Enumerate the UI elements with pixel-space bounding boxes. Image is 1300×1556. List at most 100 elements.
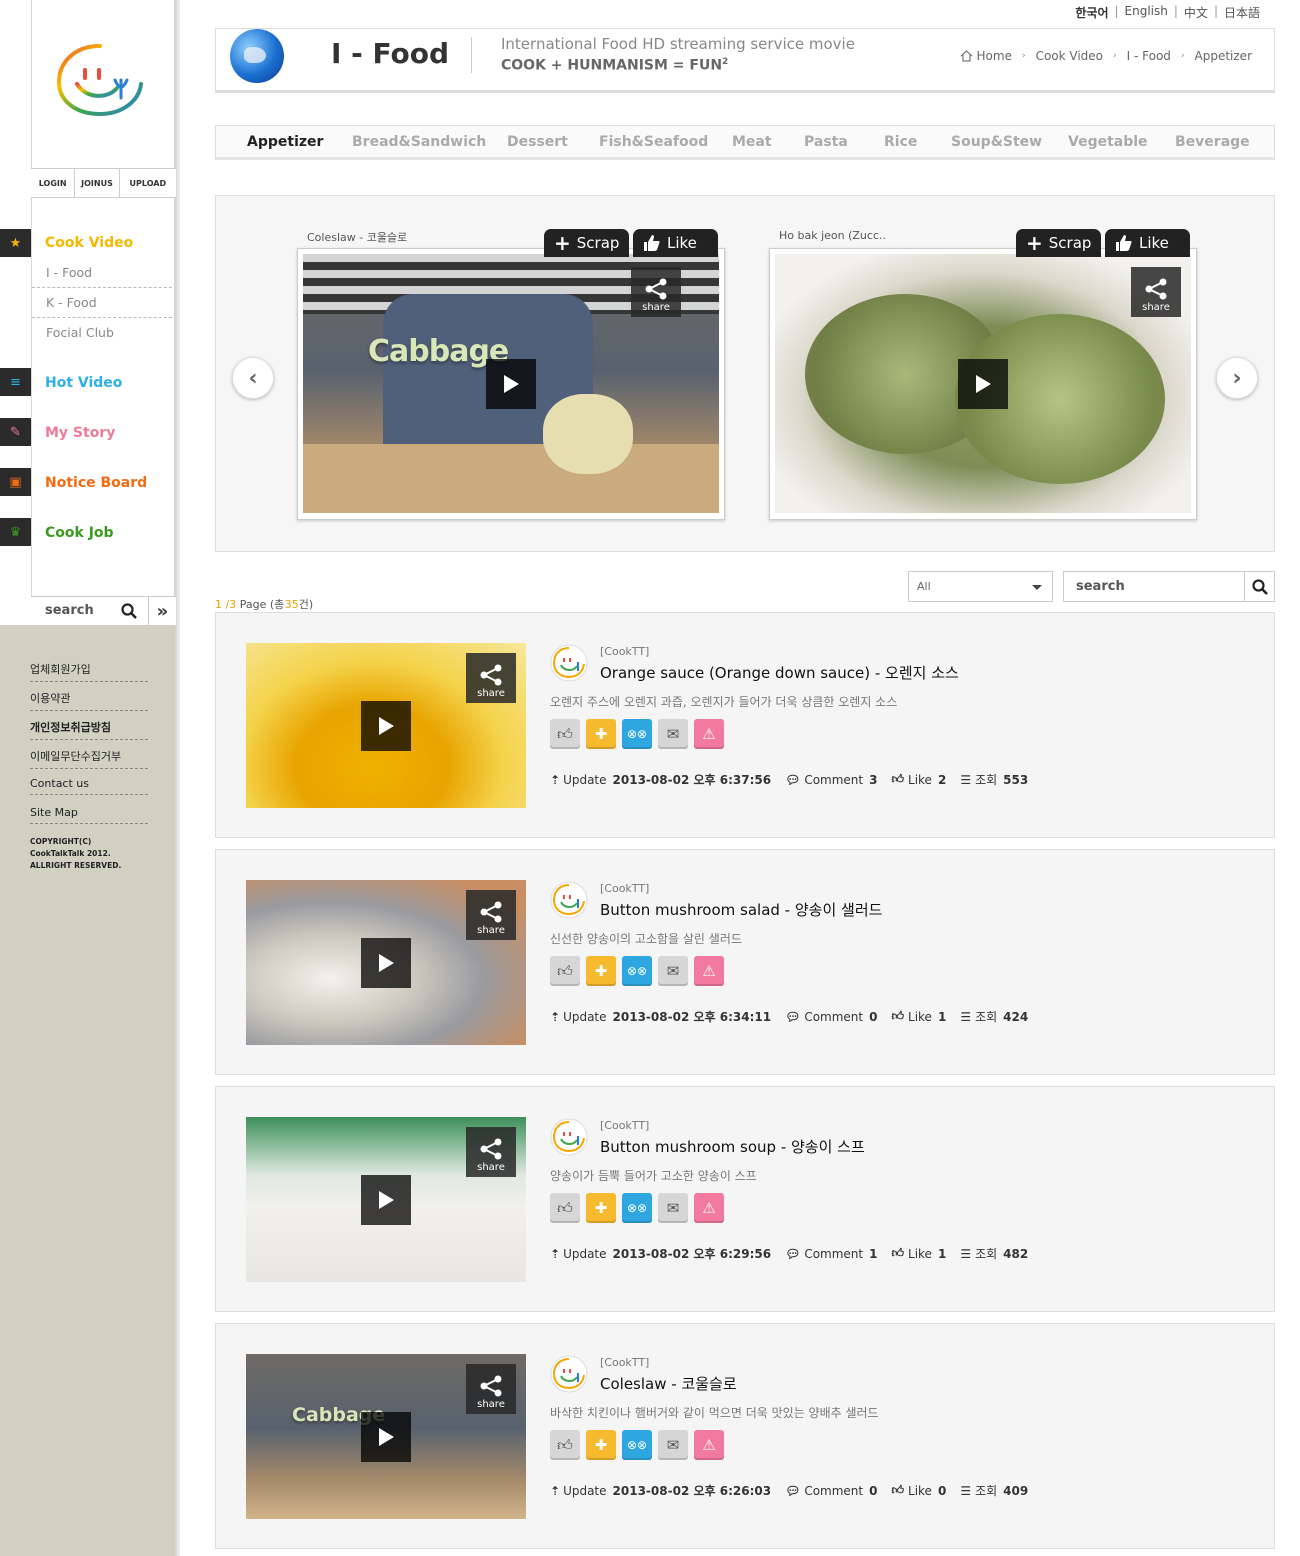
lang-japanese[interactable]: 日本語 <box>1218 4 1266 21</box>
binoculars-icon[interactable]: ⊗⊗ <box>622 956 652 986</box>
mail-icon[interactable]: ✉ <box>658 956 688 986</box>
nav-sub-i-food[interactable]: I - Food <box>46 265 92 280</box>
mail-icon[interactable]: ✉ <box>658 1193 688 1223</box>
play-button[interactable] <box>361 701 411 751</box>
thumbs-up-icon[interactable]: 👍︎ <box>550 1193 580 1223</box>
scrap-button[interactable]: + Scrap <box>544 229 629 257</box>
author-name[interactable]: [CookTT] <box>600 645 649 658</box>
binoculars-icon[interactable]: ⊗⊗ <box>622 1193 652 1223</box>
play-button[interactable] <box>361 938 411 988</box>
tab-fish-seafood[interactable]: Fish&Seafood <box>599 134 732 150</box>
play-button[interactable] <box>486 359 536 409</box>
share-button[interactable]: share <box>466 653 516 703</box>
share-button[interactable]: share <box>466 1364 516 1414</box>
lang-chinese[interactable]: 中文 <box>1178 4 1214 21</box>
breadcrumb-home[interactable]: Home <box>977 49 1012 63</box>
list-icon[interactable]: ≡ <box>0 368 31 396</box>
search-button[interactable] <box>1244 572 1274 601</box>
video-thumbnail[interactable]: Cabbage share <box>246 1354 526 1519</box>
plus-icon[interactable]: ✚ <box>586 1430 616 1460</box>
play-button[interactable] <box>958 359 1008 409</box>
share-button[interactable]: share <box>631 267 681 317</box>
update-label: Update <box>563 772 607 787</box>
play-button[interactable] <box>361 1412 411 1462</box>
video-title[interactable]: Orange sauce (Orange down sauce) - 오렌지 소… <box>600 662 959 683</box>
site-logo[interactable] <box>55 40 145 120</box>
tab-meat[interactable]: Meat <box>732 134 804 150</box>
lang-korean[interactable]: 한국어 <box>1069 4 1114 21</box>
footer-link-privacy[interactable]: 개인정보취급방침 <box>30 719 148 740</box>
siren-icon[interactable]: ⚠ <box>694 1193 724 1223</box>
sidebar-search-input[interactable]: search <box>45 603 94 618</box>
share-button[interactable]: share <box>1131 267 1181 317</box>
breadcrumb-cook-video[interactable]: Cook Video <box>1036 49 1103 63</box>
upload-button[interactable]: UPLOAD <box>120 169 176 197</box>
login-button[interactable]: LOGIN <box>31 169 76 197</box>
tab-beverage[interactable]: Beverage <box>1175 134 1250 150</box>
nav-hot-video[interactable]: Hot Video <box>45 375 122 391</box>
video-thumbnail[interactable]: share <box>775 254 1191 513</box>
video-thumbnail[interactable]: Cabbage share <box>303 254 719 513</box>
scrap-button[interactable]: + Scrap <box>1016 229 1101 257</box>
author-name[interactable]: [CookTT] <box>600 1119 649 1132</box>
list-search-input[interactable]: search <box>1076 579 1125 594</box>
nav-cook-job[interactable]: Cook Job <box>45 525 114 541</box>
plus-icon[interactable]: ✚ <box>586 956 616 986</box>
filter-select[interactable]: All <box>908 571 1053 602</box>
footer-link-terms[interactable]: 이용약관 <box>30 690 148 711</box>
plus-icon[interactable]: ✚ <box>586 719 616 749</box>
video-title[interactable]: Button mushroom salad - 양송이 샐러드 <box>600 899 882 920</box>
search-icon[interactable] <box>121 603 137 619</box>
nav-cook-video[interactable]: Cook Video <box>45 235 133 251</box>
video-title[interactable]: Coleslaw - 코울슬로 <box>600 1373 737 1394</box>
video-thumbnail[interactable]: share <box>246 643 526 808</box>
nav-sub-k-food[interactable]: K - Food <box>46 295 97 310</box>
nav-sub-focial-club[interactable]: Focial Club <box>46 325 114 340</box>
board-icon[interactable]: ▣ <box>0 468 31 496</box>
breadcrumb-i-food[interactable]: I - Food <box>1127 49 1171 63</box>
tab-dessert[interactable]: Dessert <box>507 134 599 150</box>
author-name[interactable]: [CookTT] <box>600 1356 649 1369</box>
share-button[interactable]: share <box>466 1127 516 1177</box>
footer-link-contact[interactable]: Contact us <box>30 777 148 795</box>
plus-icon[interactable]: ✚ <box>586 1193 616 1223</box>
footer-link-sitemap[interactable]: Site Map <box>30 806 148 824</box>
breadcrumb-appetizer[interactable]: Appetizer <box>1195 49 1252 63</box>
thumbs-up-icon[interactable]: 👍︎ <box>550 719 580 749</box>
thumbs-up-icon[interactable]: 👍︎ <box>550 956 580 986</box>
star-icon[interactable]: ★ <box>0 229 31 257</box>
siren-icon[interactable]: ⚠ <box>694 1430 724 1460</box>
tab-soup-stew[interactable]: Soup&Stew <box>951 134 1068 150</box>
nav-notice-board[interactable]: Notice Board <box>45 475 147 491</box>
tab-appetizer[interactable]: Appetizer <box>247 134 352 150</box>
siren-icon[interactable]: ⚠ <box>694 719 724 749</box>
nav-my-story[interactable]: My Story <box>45 425 115 441</box>
mail-icon[interactable]: ✉ <box>658 719 688 749</box>
footer-link-business-join[interactable]: 업체회원가입 <box>30 661 148 682</box>
mail-icon[interactable]: ✉ <box>658 1430 688 1460</box>
video-thumbnail[interactable]: share <box>246 880 526 1045</box>
like-button[interactable]: Like <box>633 229 718 257</box>
share-button[interactable]: share <box>466 890 516 940</box>
pencil-icon[interactable]: ✎ <box>0 418 31 446</box>
footer-link-email-refuse[interactable]: 이메일무단수집거부 <box>30 748 148 769</box>
chevron-left-icon[interactable]: ‹ <box>232 357 274 399</box>
play-button[interactable] <box>361 1175 411 1225</box>
binoculars-icon[interactable]: ⊗⊗ <box>622 719 652 749</box>
chevron-right-icon[interactable]: › <box>1216 357 1258 399</box>
chef-icon[interactable]: ♛ <box>0 518 31 546</box>
double-chevron-right-icon[interactable]: » <box>148 597 176 625</box>
tab-bread-sandwich[interactable]: Bread&Sandwich <box>352 134 507 150</box>
video-title[interactable]: Button mushroom soup - 양송이 스프 <box>600 1136 865 1157</box>
tab-rice[interactable]: Rice <box>884 134 951 150</box>
joinus-button[interactable]: JOINUS <box>75 169 120 197</box>
tab-vegetable[interactable]: Vegetable <box>1068 134 1175 150</box>
like-button[interactable]: Like <box>1105 229 1190 257</box>
video-thumbnail[interactable]: share <box>246 1117 526 1282</box>
lang-english[interactable]: English <box>1119 4 1174 21</box>
siren-icon[interactable]: ⚠ <box>694 956 724 986</box>
tab-pasta[interactable]: Pasta <box>804 134 884 150</box>
author-name[interactable]: [CookTT] <box>600 882 649 895</box>
binoculars-icon[interactable]: ⊗⊗ <box>622 1430 652 1460</box>
thumbs-up-icon[interactable]: 👍︎ <box>550 1430 580 1460</box>
